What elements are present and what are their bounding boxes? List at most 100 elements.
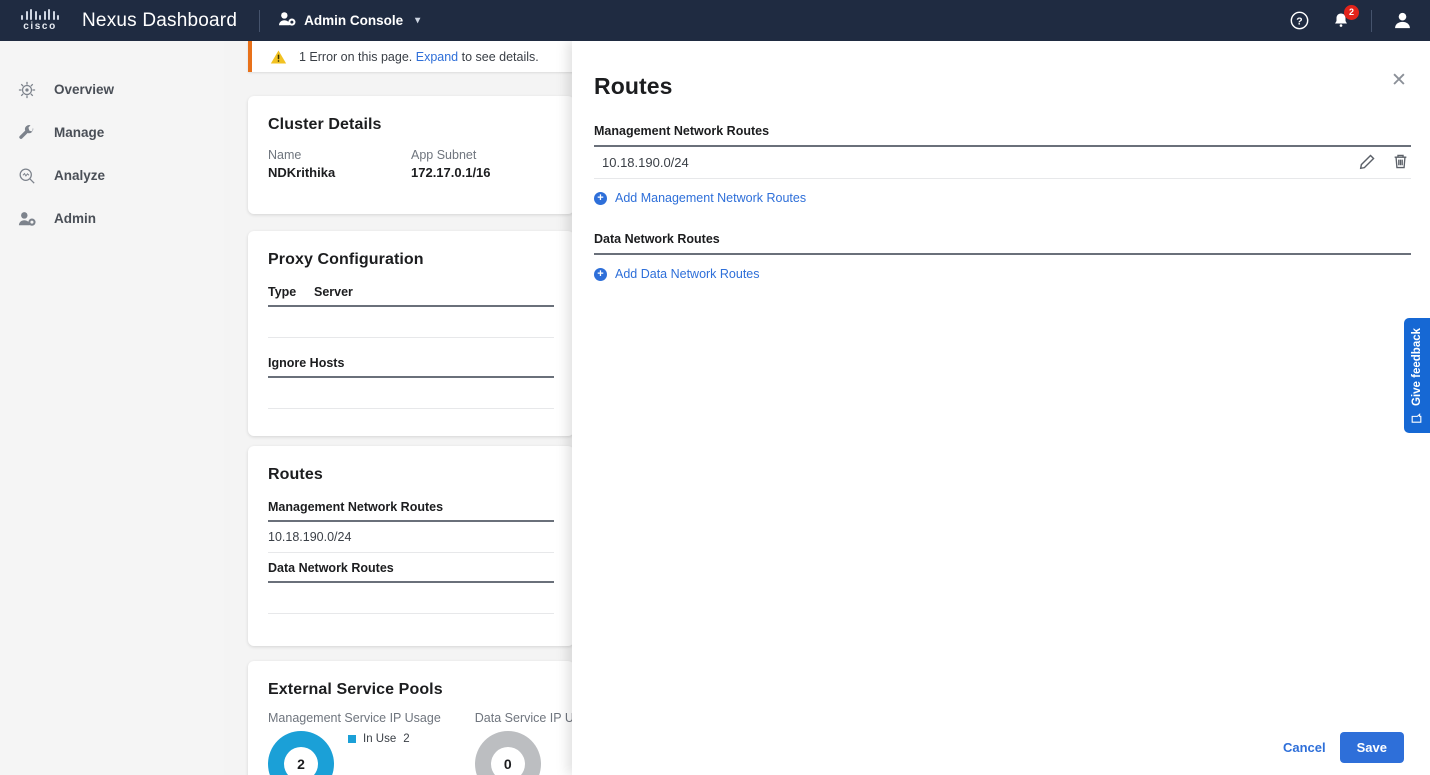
notifications-button[interactable]: 2	[1329, 4, 1359, 33]
table-row	[268, 583, 554, 614]
route-row-actions	[1359, 153, 1411, 173]
routes-card: Routes Management Network Routes 10.18.1…	[248, 446, 574, 646]
routes-card-title: Routes	[268, 466, 323, 483]
cisco-wordmark: cisco	[23, 21, 57, 32]
cluster-field-app-subnet: App Subnet 172.17.0.1/16	[411, 148, 554, 180]
user-avatar-button[interactable]	[1390, 9, 1414, 33]
donut-value: 2	[284, 747, 318, 775]
add-management-routes-label: Add Management Network Routes	[615, 191, 807, 205]
management-usage-donut: 2	[268, 731, 334, 775]
chevron-down-icon: ▾	[415, 15, 421, 26]
donut-value: 0	[490, 747, 525, 775]
sidebar-item-overview[interactable]: Overview	[0, 73, 224, 106]
legend-value: 2	[403, 733, 410, 745]
table-row	[268, 307, 554, 338]
add-data-routes-label: Add Data Network Routes	[615, 267, 760, 281]
svg-text:?: ?	[1296, 17, 1302, 28]
management-service-ip-usage-pool: Management Service IP Usage 2 In Use 2	[268, 711, 441, 775]
proxy-table-header: Type Server	[268, 285, 554, 307]
cisco-logo[interactable]: cisco	[12, 9, 68, 32]
left-sidebar: Overview Manage Analyze Admin	[0, 41, 224, 775]
cluster-details-card: Cluster Details Name NDKrithika App Subn…	[248, 96, 574, 214]
field-label: App Subnet	[411, 148, 477, 162]
admin-console-switcher[interactable]: Admin Console ▾	[278, 11, 420, 30]
pencil-icon[interactable]	[1359, 153, 1376, 173]
plus-circle-icon: +	[594, 191, 607, 205]
close-icon[interactable]: ✕	[1386, 67, 1412, 93]
list-item: 10.18.190.0/24	[594, 147, 1411, 179]
sidebar-item-admin[interactable]: Admin	[0, 202, 224, 235]
overview-target-icon	[16, 79, 38, 101]
cluster-details-fields: Name NDKrithika App Subnet 172.17.0.1/16	[268, 148, 554, 180]
drawer-header: Routes ✕	[572, 41, 1430, 100]
error-banner-text: 1 Error on this page. Expand to see deta…	[299, 50, 539, 64]
drawer-body: Management Network Routes 10.18.190.0/24	[572, 100, 1430, 719]
sidebar-item-manage[interactable]: Manage	[0, 116, 224, 149]
drawer-title: Routes	[594, 73, 673, 99]
column-header-type: Type	[268, 285, 297, 299]
pool-label: Management Service IP Usage	[268, 711, 441, 725]
external-service-pools-card: External Service Pools Management Servic…	[248, 661, 601, 775]
proxy-table: Type Server Ignore Hosts	[268, 285, 554, 409]
table-row	[268, 378, 554, 409]
legend-swatch	[348, 735, 356, 743]
cluster-field-name: Name NDKrithika	[268, 148, 411, 180]
sidebar-item-label: Analyze	[54, 168, 106, 183]
expand-link[interactable]: Expand	[416, 50, 458, 64]
person-gear-icon	[278, 11, 296, 30]
field-label: Name	[268, 148, 302, 162]
give-feedback-inner: Give feedback	[1411, 328, 1423, 424]
field-value: NDKrithika	[268, 165, 336, 180]
trash-icon[interactable]	[1392, 153, 1409, 173]
product-title: Nexus Dashboard	[82, 9, 238, 31]
add-management-network-routes-button[interactable]: + Add Management Network Routes	[594, 191, 1411, 205]
person-gear-icon	[16, 208, 38, 230]
sidebar-item-label: Manage	[54, 125, 105, 140]
external-service-pools-title: External Service Pools	[268, 681, 443, 698]
management-network-routes-section-title: Management Network Routes	[594, 124, 1411, 147]
add-data-network-routes-button[interactable]: + Add Data Network Routes	[594, 267, 1411, 281]
sidebar-item-label: Admin	[54, 211, 96, 226]
management-routes-header: Management Network Routes	[268, 500, 554, 522]
admin-console-label: Admin Console	[304, 13, 404, 28]
save-button[interactable]: Save	[1339, 731, 1404, 763]
header-actions-divider	[1371, 9, 1372, 32]
data-usage-donut: 0	[474, 731, 541, 775]
plus-circle-icon: +	[594, 267, 607, 281]
magnifier-pulse-icon	[16, 165, 38, 187]
header-divider	[259, 9, 261, 32]
ignore-hosts-header: Ignore Hosts	[268, 338, 554, 378]
proxy-configuration-title: Proxy Configuration	[268, 251, 424, 268]
error-banner-text-before: 1 Error on this page.	[299, 49, 416, 64]
wrench-icon	[16, 122, 38, 144]
error-banner-text-after: to see details.	[458, 49, 539, 64]
pool-body: 2 In Use 2	[268, 731, 441, 775]
data-network-routes-section-title: Data Network Routes	[594, 232, 1411, 255]
service-pool-charts: Management Service IP Usage 2 In Use 2 D…	[268, 711, 601, 775]
give-feedback-label: Give feedback	[1411, 327, 1423, 406]
cisco-bars-icon	[21, 9, 59, 20]
cancel-button[interactable]: Cancel	[1283, 740, 1326, 755]
sidebar-item-label: Overview	[54, 82, 115, 97]
speech-bubble-icon	[1411, 412, 1423, 423]
top-header: cisco Nexus Dashboard Admin Console ▾ ?	[0, 0, 1430, 41]
sidebar-item-analyze[interactable]: Analyze	[0, 159, 224, 192]
donut-legend: In Use 2	[348, 733, 410, 745]
data-routes-header: Data Network Routes	[268, 553, 554, 583]
header-actions: ? 2	[1287, 4, 1430, 33]
legend-label: In Use	[363, 733, 397, 745]
drawer-footer: Cancel Save	[572, 719, 1430, 775]
routes-table: Management Network Routes 10.18.190.0/24…	[268, 500, 554, 614]
cluster-details-title: Cluster Details	[268, 116, 382, 133]
proxy-configuration-card: Proxy Configuration Type Server Ignore H…	[248, 231, 574, 436]
table-row: 10.18.190.0/24	[268, 522, 554, 553]
warning-triangle-icon	[270, 49, 287, 65]
column-header-server: Server	[314, 285, 353, 299]
notification-badge: 2	[1344, 4, 1359, 20]
field-value: 172.17.0.1/16	[411, 165, 491, 180]
route-value: 10.18.190.0/24	[602, 155, 689, 170]
give-feedback-tab[interactable]: Give feedback	[1404, 318, 1430, 433]
help-button[interactable]: ?	[1287, 9, 1311, 33]
error-banner: 1 Error on this page. Expand to see deta…	[248, 41, 574, 72]
cell-management-route: 10.18.190.0/24	[268, 530, 352, 544]
